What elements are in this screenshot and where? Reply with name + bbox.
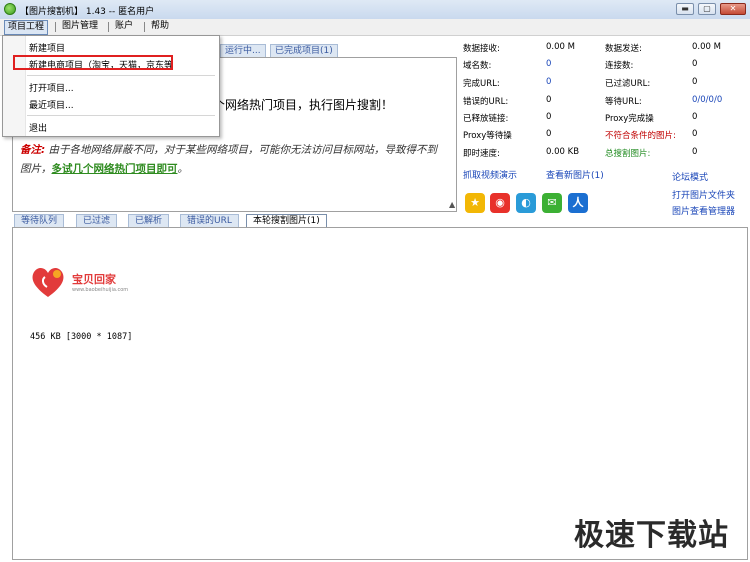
stat-value-proxy-completed: 0 bbox=[692, 112, 698, 122]
dd-exit[interactable]: 退出 bbox=[29, 121, 47, 134]
menu-account[interactable]: 账户 bbox=[112, 20, 136, 33]
close-button[interactable]: ✕ bbox=[720, 3, 746, 15]
menu-image-manage[interactable]: 图片管理 bbox=[59, 20, 101, 33]
stat-value-error-url: 0 bbox=[546, 95, 552, 105]
video-demo-link[interactable]: 抓取视频演示 bbox=[463, 168, 517, 181]
stat-value-filtered-url: 0 bbox=[692, 77, 698, 87]
stat-label-domains: 域名数: bbox=[463, 61, 492, 71]
dropdown-separator bbox=[27, 75, 215, 76]
menu-separator bbox=[55, 22, 56, 32]
qzone-icon[interactable]: ★ bbox=[465, 193, 485, 213]
tab-round-images[interactable]: 本轮搜割图片(1) bbox=[246, 214, 327, 228]
image-viewer-manager-link[interactable]: 图片查看管理器 bbox=[672, 204, 735, 217]
tab-parsed[interactable]: 已解析 bbox=[128, 214, 170, 228]
window-title: 【图片搜割机】 1.43 -- 匿名用户 bbox=[20, 7, 155, 17]
stat-label-proxy-completed: Proxy完成操 bbox=[605, 114, 654, 124]
stat-value-connections: 0 bbox=[692, 59, 698, 69]
menu-bar: 项目工程 图片管理 账户 帮助 bbox=[0, 19, 750, 36]
dropdown-icon-strip bbox=[3, 36, 26, 136]
dd-recent-projects[interactable]: 最近项目... bbox=[29, 98, 74, 111]
stat-label-waiting-url: 等待URL: bbox=[605, 97, 642, 107]
stat-label-connections: 连接数: bbox=[605, 61, 634, 71]
stat-value-proxy-waiting: 0 bbox=[546, 129, 552, 139]
open-image-folder-link[interactable]: 打开图片文件夹 bbox=[672, 188, 735, 201]
stat-label-error-url: 错误的URL: bbox=[463, 97, 509, 107]
highlight-box bbox=[13, 55, 173, 70]
note-end: 。 bbox=[177, 163, 189, 175]
stat-label-data-received: 数据接收: bbox=[463, 44, 500, 54]
dd-new-project[interactable]: 新建项目 bbox=[29, 41, 65, 54]
note-link[interactable]: 多试几个网络热门项目即可 bbox=[52, 163, 178, 175]
dd-open-project[interactable]: 打开项目... bbox=[29, 81, 74, 94]
stat-label-proxy-waiting: Proxy等待操 bbox=[463, 131, 512, 141]
stat-value-completed-url: 0 bbox=[546, 77, 552, 87]
stat-value-data-received: 0.00 M bbox=[546, 42, 575, 52]
project-dropdown: 新建项目 新建电商项目（淘宝，天猫，京东等 打开项目... 最近项目... 退出 bbox=[2, 35, 220, 137]
stat-label-speed: 即时速度: bbox=[463, 149, 500, 159]
tab-filtered[interactable]: 已过滤 bbox=[76, 214, 118, 228]
watermark: 极速下载站 bbox=[574, 518, 729, 553]
weibo-icon[interactable]: ◉ bbox=[490, 193, 510, 213]
minimize-button[interactable]: ▬ bbox=[676, 3, 694, 15]
menu-separator bbox=[144, 22, 145, 32]
logo-url: www.baobeihuijia.com bbox=[72, 287, 129, 293]
image-info: 456 KB [3000 * 1087] bbox=[30, 332, 133, 342]
stat-label-data-sent: 数据发送: bbox=[605, 44, 642, 54]
people-icon[interactable]: 人 bbox=[568, 193, 588, 213]
stat-value-domains: 0 bbox=[546, 59, 552, 69]
stat-label-nonconforming-images: 不符合条件的图片: bbox=[605, 131, 676, 141]
stat-value-released-links: 0 bbox=[546, 112, 552, 122]
stat-label-filtered-url: 已过滤URL: bbox=[605, 79, 651, 89]
stat-label-total-images: 总搜割图片: bbox=[605, 149, 651, 159]
stat-value-waiting-url: 0/0/0/0 bbox=[692, 95, 723, 105]
wechat-icon[interactable]: ✉ bbox=[542, 193, 562, 213]
stat-value-speed: 0.00 KB bbox=[546, 147, 580, 157]
dropdown-separator bbox=[27, 115, 215, 116]
preview-image[interactable]: 宝贝回家 www.baobeihuijia.com bbox=[28, 263, 128, 303]
menu-help[interactable]: 帮助 bbox=[148, 20, 172, 33]
title-bar: 【图片搜割机】 1.43 -- 匿名用户 ▬ ▢ ✕ bbox=[0, 0, 750, 20]
tab-completed[interactable]: 已完成项目(1) bbox=[270, 44, 338, 58]
scroll-arrow-icon[interactable]: ▲ bbox=[449, 200, 455, 209]
tab-waiting-queue[interactable]: 等待队列 bbox=[14, 214, 65, 228]
tab-error-url[interactable]: 错误的URL bbox=[180, 214, 239, 228]
menu-separator bbox=[108, 22, 109, 32]
stat-value-data-sent: 0.00 M bbox=[692, 42, 721, 52]
stat-value-total-images: 0 bbox=[692, 147, 698, 157]
logo-text: 宝贝回家 bbox=[72, 273, 116, 286]
note-block: 备注: 由于各地网络屏蔽不同，对于某些网络项目，可能你无法访问目标网站，导致得不… bbox=[20, 141, 440, 179]
menu-project[interactable]: 项目工程 bbox=[4, 20, 49, 35]
maximize-button[interactable]: ▢ bbox=[698, 3, 716, 15]
stat-value-nonconforming-images: 0 bbox=[692, 129, 698, 139]
stat-label-completed-url: 完成URL: bbox=[463, 79, 500, 89]
forum-mode-link[interactable]: 论坛模式 bbox=[672, 170, 708, 183]
stat-label-released-links: 已释放链接: bbox=[463, 114, 509, 124]
main-message: 个网络热门项目，执行图片搜割！ bbox=[213, 98, 394, 112]
tencent-weibo-icon[interactable]: ◐ bbox=[516, 193, 536, 213]
app-icon bbox=[4, 3, 16, 15]
view-new-images-link[interactable]: 查看新图片(1) bbox=[546, 168, 604, 181]
note-label: 备注: bbox=[20, 144, 46, 156]
tab-running[interactable]: 运行中... bbox=[220, 44, 266, 58]
